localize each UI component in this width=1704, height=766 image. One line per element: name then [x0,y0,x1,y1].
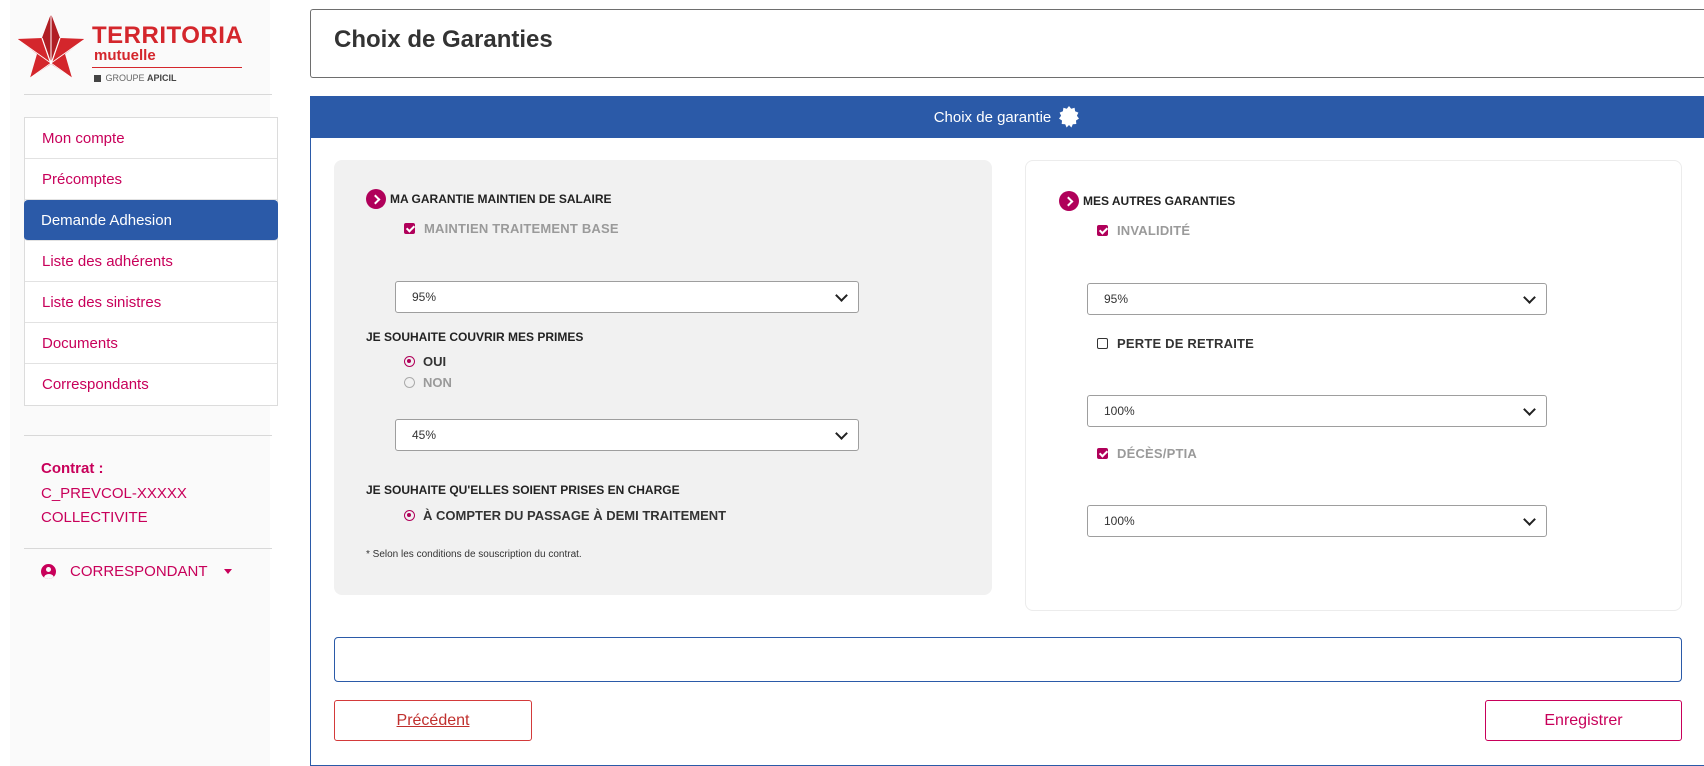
territoria-logo[interactable]: TERRITORIA mutuelle GROUPE APICIL [16,12,256,84]
chevron-right-icon [1059,191,1079,211]
contract-code: C_PREVCOL-XXXXX [41,485,187,502]
radio-non[interactable]: NON [404,375,452,390]
prise-en-charge-question: JE SOUHAITE QU'ELLES SOIENT PRISES EN CH… [366,483,680,497]
star-logo-icon [16,14,86,79]
invalidite-label: INVALIDITÉ [1117,223,1191,238]
sidebar-item-correspondants[interactable]: Correspondants [25,364,277,405]
radio-non-label: NON [423,375,452,390]
user-menu-dropdown[interactable]: CORRESPONDANT [41,563,232,580]
perte-retraite-checkbox[interactable]: PERTE DE RETRAITE [1097,336,1254,351]
deces-rate-value: 100% [1104,514,1135,528]
primes-rate-select[interactable]: 45% [395,419,859,451]
logo-group-name: APICIL [147,73,177,83]
deces-checkbox[interactable]: DÉCÈS/PTIA [1097,446,1197,461]
logo-group: GROUPE APICIL [94,73,177,83]
logo-sub: mutuelle [94,47,156,64]
perte-rate-value: 100% [1104,404,1135,418]
previous-button[interactable]: Précédent [334,700,532,741]
radio-oui[interactable]: OUI [404,354,446,369]
chevron-down-icon [1523,513,1536,526]
base-rate-select[interactable]: 95% [395,281,859,313]
checkbox-checked-icon [1097,448,1108,459]
other-guarantees-panel: MES AUTRES GARANTIES INVALIDITÉ 95% PERT… [1025,160,1682,611]
radio-demi-label: À COMPTER DU PASSAGE À DEMI TRAITEMENT [423,508,727,523]
sidebar-divider [24,435,272,436]
radio-checked-icon [404,356,415,367]
footnote: * Selon les conditions de souscription d… [366,549,582,560]
sidebar: TERRITORIA mutuelle GROUPE APICIL Mon co… [10,0,278,766]
save-button[interactable]: Enregistrer [1485,700,1682,741]
user-role: CORRESPONDANT [70,563,208,580]
perte-retraite-label: PERTE DE RETRAITE [1117,336,1255,351]
logo-brand: TERRITORIA [92,22,244,49]
invalidite-checkbox[interactable]: INVALIDITÉ [1097,223,1190,238]
contract-info: C_PREVCOL-XXXXX COLLECTIVITE [41,482,187,530]
base-rate-value: 95% [412,290,437,304]
user-circle-icon [41,564,56,579]
sidebar-item-demande-adhesion[interactable]: Demande Adhesion [24,200,278,241]
radio-checked-icon [404,510,415,521]
sidebar-item-liste-sinistres[interactable]: Liste des sinistres [25,282,277,323]
radio-empty-icon [404,377,415,388]
chevron-right-icon [366,189,386,209]
caret-down-icon [223,569,232,574]
group-square-icon [94,75,101,82]
checkbox-checked-icon [404,223,415,234]
radio-oui-label: OUI [423,354,447,369]
chevron-down-icon [835,427,848,440]
chevron-down-icon [1523,403,1536,416]
message-textarea[interactable] [334,637,1682,682]
logo-divider [92,67,242,68]
deces-label: DÉCÈS/PTIA [1117,446,1198,461]
primes-rate-value: 45% [412,428,437,442]
salary-section-title: MA GARANTIE MAINTIEN DE SALAIRE [366,189,612,209]
base-option-label: MAINTIEN TRAITEMENT BASE [424,221,619,236]
salary-section-label: MA GARANTIE MAINTIEN DE SALAIRE [390,192,612,206]
card-header-title: Choix de garantie [933,108,1052,126]
sidebar-item-precomptes[interactable]: Précomptes [25,159,277,200]
sidebar-menu: Mon compte Précomptes Demande Adhesion L… [24,117,278,406]
chevron-down-icon [1523,291,1536,304]
sidebar-divider [24,548,272,549]
checkbox-empty-icon [1097,338,1108,349]
perte-rate-select[interactable]: 100% [1087,395,1547,427]
other-section-title: MES AUTRES GARANTIES [1059,191,1235,211]
logo-group-prefix: GROUPE [105,73,145,83]
base-option-checkbox[interactable]: MAINTIEN TRAITEMENT BASE [404,221,619,236]
primes-question: JE SOUHAITE COUVRIR MES PRIMES [366,330,584,344]
sidebar-item-liste-adherents[interactable]: Liste des adhérents [25,241,277,282]
radio-demi-traitement[interactable]: À COMPTER DU PASSAGE À DEMI TRAITEMENT [404,508,726,523]
page-title: Choix de Garanties [334,26,553,53]
contract-type: COLLECTIVITE [41,509,148,526]
invalidite-rate-select[interactable]: 95% [1087,283,1547,315]
checkbox-checked-icon [1097,225,1108,236]
page-title-box: Choix de Garanties [310,9,1704,78]
invalidite-rate-value: 95% [1104,292,1129,306]
salary-guarantee-panel: MA GARANTIE MAINTIEN DE SALAIRE MAINTIEN… [334,160,992,595]
card-header: Choix de garantie [311,96,1704,138]
other-section-label: MES AUTRES GARANTIES [1083,194,1236,208]
sidebar-divider [24,94,272,95]
deces-rate-select[interactable]: 100% [1087,505,1547,537]
chevron-down-icon [835,289,848,302]
sidebar-item-documents[interactable]: Documents [25,323,277,364]
badge-seal-icon [1057,105,1081,129]
sidebar-item-mon-compte[interactable]: Mon compte [25,118,277,159]
guarantee-card: Choix de garantie MA GARANTIE MAINTIEN D… [310,96,1704,766]
contract-label: Contrat : [41,460,104,477]
